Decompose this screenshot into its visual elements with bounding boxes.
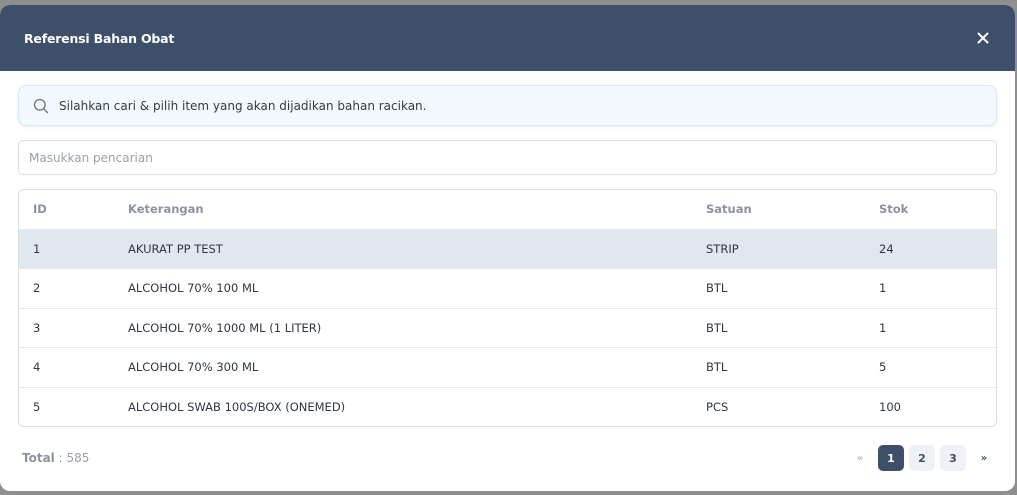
cell-stok: 1 (879, 268, 996, 308)
column-header-id: ID (33, 202, 47, 217)
cell-id: 1 (19, 228, 128, 269)
table-row[interactable]: 1 AKURAT PP TEST STRIP 24 (19, 228, 996, 269)
cell-keterangan: AKURAT PP TEST (128, 228, 706, 269)
table-row[interactable]: 2 ALCOHOL 70% 100 ML BTL 1 (19, 268, 996, 308)
info-text: Silahkan cari & pilih item yang akan dij… (59, 98, 427, 113)
cell-stok: 1 (879, 307, 996, 348)
pagination-next-button[interactable]: » (971, 445, 997, 471)
info-alert: Silahkan cari & pilih item yang akan dij… (18, 85, 997, 126)
pagination: « 1 2 3 » (847, 445, 997, 471)
cell-id: 3 (19, 307, 128, 348)
table-row[interactable]: 5 ALCOHOL SWAB 100S/BOX (ONEMED) PCS 100 (19, 386, 996, 426)
cell-satuan: BTL (706, 268, 879, 308)
cell-satuan: PCS (706, 386, 879, 426)
modal-dialog: Referensi Bahan Obat Silahkan cari & pil… (0, 5, 1015, 491)
cell-keterangan: ALCOHOL SWAB 100S/BOX (ONEMED) (128, 386, 706, 426)
pagination-page-2[interactable]: 2 (909, 445, 935, 471)
table-row[interactable]: 4 ALCOHOL 70% 300 ML BTL 5 (19, 347, 996, 387)
total-label: Total (22, 451, 55, 465)
table-header-row: ID Keterangan Satuan Stok (19, 190, 996, 229)
modal-title: Referensi Bahan Obat (24, 30, 175, 46)
cell-satuan: BTL (706, 347, 879, 387)
table-row[interactable]: 3 ALCOHOL 70% 1000 ML (1 LITER) BTL 1 (19, 307, 996, 348)
pagination-prev-button[interactable]: « (847, 445, 873, 471)
cell-satuan: STRIP (706, 228, 879, 269)
cell-stok: 100 (879, 386, 996, 426)
search-input[interactable] (18, 140, 997, 175)
items-table: ID Keterangan Satuan Stok 1 AKURAT PP TE… (18, 189, 997, 427)
total-count: Total : 585 (22, 451, 89, 465)
pagination-page-3[interactable]: 3 (940, 445, 966, 471)
close-icon (977, 32, 989, 44)
total-value: : 585 (58, 451, 90, 465)
cell-id: 2 (19, 268, 128, 308)
column-header-keterangan: Keterangan (128, 202, 204, 217)
cell-satuan: BTL (706, 307, 879, 348)
pagination-page-1[interactable]: 1 (878, 445, 904, 471)
cell-keterangan: ALCOHOL 70% 300 ML (128, 347, 706, 387)
cell-id: 4 (19, 347, 128, 387)
search-icon (33, 98, 49, 113)
cell-stok: 5 (879, 347, 996, 387)
cell-stok: 24 (879, 228, 996, 269)
column-header-stok: Stok (879, 202, 909, 217)
cell-keterangan: ALCOHOL 70% 1000 ML (1 LITER) (128, 307, 706, 348)
cell-id: 5 (19, 386, 128, 426)
close-button[interactable] (973, 28, 993, 48)
cell-keterangan: ALCOHOL 70% 100 ML (128, 268, 706, 308)
modal-header: Referensi Bahan Obat (0, 5, 1015, 71)
column-header-satuan: Satuan (706, 202, 752, 217)
